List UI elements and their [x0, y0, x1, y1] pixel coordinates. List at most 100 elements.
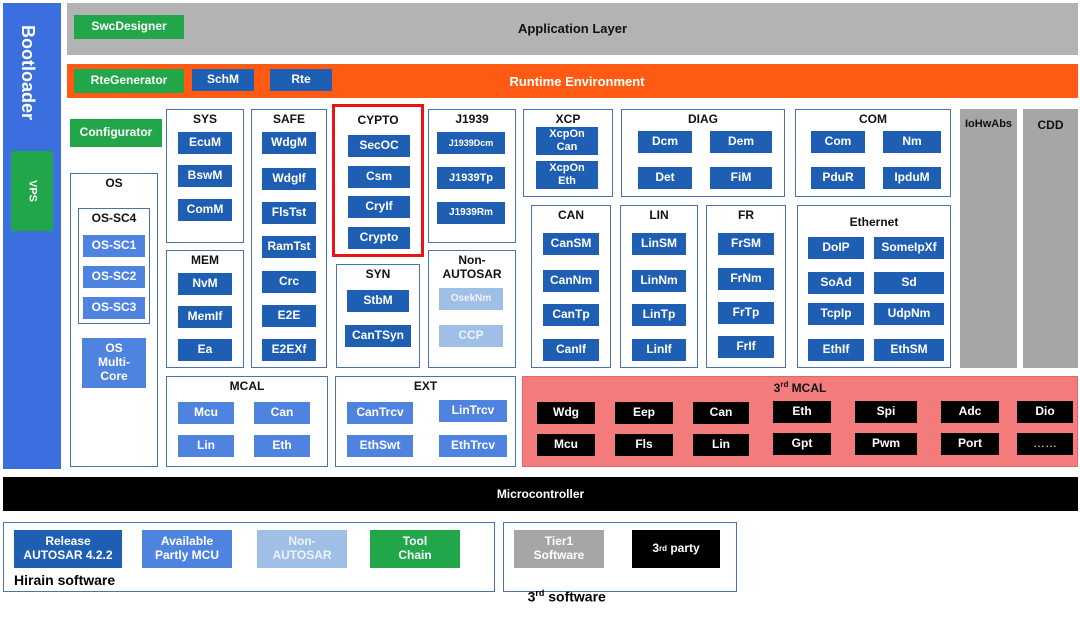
syn-box: SYN StbM CanTSyn — [336, 264, 420, 368]
someipxf-module: SomeIpXf — [874, 237, 944, 259]
dcm-module: Dcm — [638, 131, 692, 153]
third-mcal-title: 3rd MCAL — [773, 380, 827, 395]
legend-tier1-swatch: Tier1 Software — [514, 530, 604, 568]
j1939rm-module: J1939Rm — [437, 202, 505, 224]
schm-module: SchM — [192, 69, 254, 91]
can3-module: Can — [693, 402, 749, 424]
xcpon-can-module: XcpOn Can — [536, 127, 598, 155]
legend-hirain-box: Release AUTOSAR 4.2.2 Available Partly M… — [3, 522, 495, 592]
cannm-module: CanNm — [543, 270, 599, 292]
os-title: OS — [105, 176, 123, 190]
gpt-module: Gpt — [773, 433, 831, 455]
legend-non-autosar-swatch: Non-AUTOSAR — [257, 530, 347, 568]
canif-module: CanIf — [543, 339, 599, 361]
j1939-box: J1939 J1939Dcm J1939Tp J1939Rm — [428, 109, 516, 243]
pwm-module: Pwm — [855, 433, 917, 455]
microcontroller-title: Microcontroller — [496, 487, 585, 501]
sys-title: SYS — [192, 112, 217, 126]
e2exf-module: E2EXf — [262, 339, 316, 361]
ccp-module: CCP — [439, 325, 503, 347]
xcp-box: XCP XcpOn Can XcpOn Eth — [523, 109, 613, 197]
mcal-lin-module: Lin — [178, 435, 234, 457]
mcu-module: Mcu — [178, 402, 234, 424]
lintrcv-module: LinTrcv — [439, 400, 507, 422]
eep-module: Eep — [615, 402, 673, 424]
wdgif-module: WdgIf — [262, 168, 316, 190]
ramtst-module: RamTst — [262, 236, 316, 258]
runtime-environment-title: Runtime Environment — [509, 74, 645, 89]
nvm-module: NvM — [178, 273, 232, 295]
os-sc4-title: OS-SC4 — [91, 211, 137, 225]
lin-box: LIN LinSM LinNm LinTp LinIf — [620, 205, 698, 368]
application-layer-title: Application Layer — [517, 21, 628, 36]
safe-box: SAFE WdgM WdgIf FlsTst RamTst Crc E2E E2… — [251, 109, 327, 368]
configurator-button[interactable]: Configurator — [70, 119, 162, 147]
legend-third-software-label: 3rd software — [527, 588, 606, 605]
wdgm-module: WdgM — [262, 132, 316, 154]
frnm-module: FrNm — [718, 268, 774, 290]
os-box: OS OS-SC4 OS-SC1 OS-SC2 OS-SC3 OS Multi-… — [70, 173, 158, 467]
csm-module: Csm — [348, 166, 410, 188]
memif-module: MemIf — [178, 306, 232, 328]
microcontroller-layer: Microcontroller — [3, 477, 1078, 511]
crc-module: Crc — [262, 271, 316, 293]
cantsyn-module: CanTSyn — [345, 325, 411, 347]
soad-module: SoAd — [808, 272, 864, 294]
third-party-mcal-box: 3rd MCAL Wdg Eep Can Eth Spi Adc Dio Mcu… — [522, 376, 1078, 467]
xcpon-eth-module: XcpOn Eth — [536, 161, 598, 189]
flstst-module: FlsTst — [262, 202, 316, 224]
com-box: COM Com Nm PduR IpduM — [795, 109, 951, 197]
ethsm-module: EthSM — [874, 339, 944, 361]
stbm-module: StbM — [347, 290, 409, 312]
det-module: Det — [638, 167, 692, 189]
frsm-module: FrSM — [718, 233, 774, 255]
application-layer: SwcDesigner Application Layer — [67, 3, 1078, 55]
j1939-title: J1939 — [455, 112, 489, 126]
can-title: CAN — [558, 208, 584, 222]
vps-block: VPS — [11, 151, 53, 231]
cypto-title: CYPTO — [357, 113, 399, 127]
vps-label: VPS — [26, 179, 39, 202]
rtegenerator-button[interactable]: RteGenerator — [74, 69, 184, 93]
secoc-module: SecOC — [348, 135, 410, 157]
lin-title: LIN — [649, 208, 669, 222]
frtp-module: FrTp — [718, 302, 774, 324]
mcal-box: MCAL Mcu Can Lin Eth — [166, 376, 328, 467]
doip-module: DoIP — [808, 237, 864, 259]
mcal-eth-module: Eth — [254, 435, 310, 457]
iohwabs-column: IoHwAbs — [960, 109, 1017, 368]
ethtrcv-module: EthTrcv — [439, 435, 507, 457]
mcal-can-module: Can — [254, 402, 310, 424]
syn-title: SYN — [365, 267, 391, 281]
diag-box: DIAG Dcm Dem Det FiM — [621, 109, 785, 197]
j1939dcm-module: J1939Dcm — [437, 132, 505, 154]
ext-title: EXT — [413, 379, 438, 393]
cantp-module: CanTp — [543, 304, 599, 326]
nm-module: Nm — [883, 131, 941, 153]
com-module: Com — [811, 131, 865, 153]
ipdum-module: IpduM — [883, 167, 941, 189]
ethernet-box: Ethernet DoIP SomeIpXf SoAd Sd TcpIp Udp… — [797, 205, 951, 368]
comm-module: ComM — [178, 199, 232, 221]
xcp-title: XCP — [555, 112, 581, 126]
fr-box: FR FrSM FrNm FrTp FrIf — [706, 205, 786, 368]
ethif-module: EthIf — [808, 339, 864, 361]
fls-module: Fls — [615, 434, 673, 456]
legend-toolchain-swatch: Tool Chain — [370, 530, 460, 568]
port-module: Port — [941, 433, 999, 455]
linnm-module: LinNm — [632, 270, 686, 292]
ea-module: Ea — [178, 339, 232, 361]
pdur-module: PduR — [811, 167, 865, 189]
ethswt-module: EthSwt — [347, 435, 413, 457]
mcal-title: MCAL — [229, 379, 265, 393]
legend-partly-swatch: Available Partly MCU — [142, 530, 232, 568]
spi-module: Spi — [855, 401, 917, 423]
dem-module: Dem — [710, 131, 772, 153]
frif-module: FrIf — [718, 336, 774, 358]
safe-title: SAFE — [272, 112, 305, 126]
ecum-module: EcuM — [178, 132, 232, 154]
can-box: CAN CanSM CanNm CanTp CanIf — [531, 205, 611, 368]
non-autosar-box: Non-AUTOSAR OsekNm CCP — [428, 250, 516, 368]
rte-module: Rte — [270, 69, 332, 91]
tcpip-module: TcpIp — [808, 303, 864, 325]
